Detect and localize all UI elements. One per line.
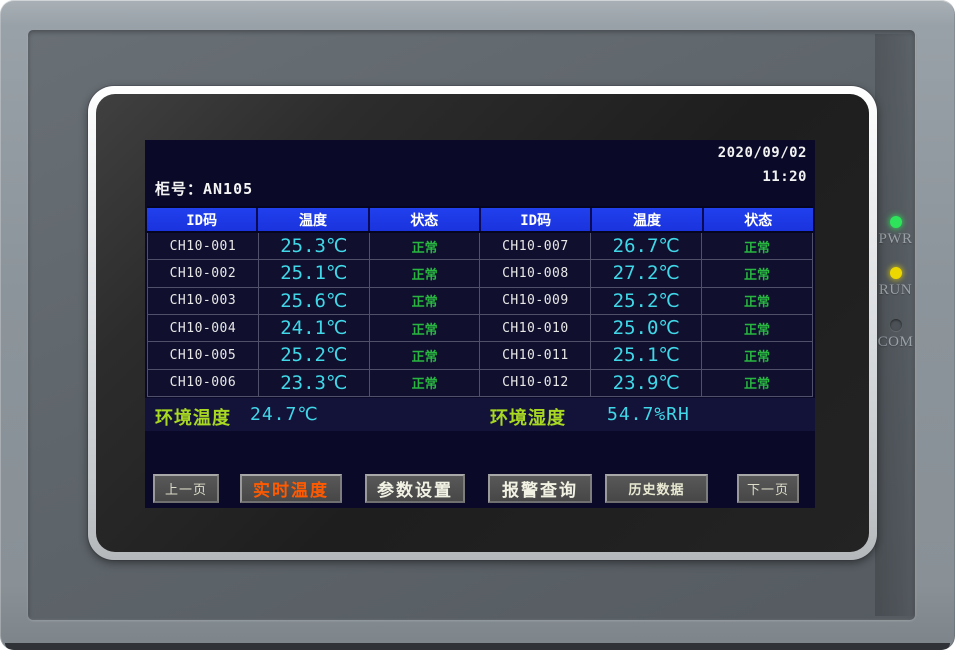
table-cell-temp: 23.3℃ (259, 370, 370, 396)
table-cell-temp: 27.2℃ (591, 260, 702, 286)
table-cell-temp: 25.6℃ (259, 288, 370, 314)
table-cell-id: CH10-004 (148, 315, 259, 341)
table-row: CH10-00525.2℃正常CH10-01125.1℃正常 (148, 342, 812, 369)
table-cell-temp: 25.0℃ (591, 315, 702, 341)
table-cell-status: 正常 (702, 233, 812, 259)
table-cell-status: 正常 (370, 233, 481, 259)
table-cell-temp: 25.1℃ (259, 260, 370, 286)
table-body: CH10-00125.3℃正常CH10-00726.7℃正常CH10-00225… (147, 233, 813, 397)
table-cell-temp: 24.1℃ (259, 315, 370, 341)
screen-frame: 2020/09/02 11:20 柜号：AN105 ID码温度状态ID码温度状态… (88, 86, 877, 560)
table-row: CH10-00623.3℃正常CH10-01223.9℃正常 (148, 370, 812, 396)
env-humidity-label: 环境湿度 (490, 404, 566, 430)
table-cell-status: 正常 (370, 315, 481, 341)
screen-glass: 2020/09/02 11:20 柜号：AN105 ID码温度状态ID码温度状态… (96, 94, 869, 552)
table-cell-id: CH10-008 (480, 260, 591, 286)
env-temp-label: 环境温度 (155, 404, 231, 430)
table-row: CH10-00225.1℃正常CH10-00827.2℃正常 (148, 260, 812, 287)
history-data-button[interactable]: 历史数据 (605, 474, 708, 503)
table-cell-status: 正常 (702, 260, 812, 286)
table-header-cell: 状态 (704, 208, 813, 231)
realtime-temp-button[interactable]: 实时温度 (240, 474, 342, 503)
temperature-table: ID码温度状态ID码温度状态 CH10-00125.3℃正常CH10-00726… (147, 206, 813, 397)
table-cell-temp: 26.7℃ (591, 233, 702, 259)
table-cell-temp: 25.1℃ (591, 342, 702, 368)
table-cell-status: 正常 (370, 260, 481, 286)
table-cell-status: 正常 (370, 288, 481, 314)
table-header-cell: ID码 (147, 208, 258, 231)
com-led-label: COM (878, 334, 914, 351)
table-header-cell: 状态 (370, 208, 481, 231)
table-cell-status: 正常 (702, 342, 812, 368)
cabinet-label: 柜号：AN105 (155, 178, 253, 199)
device-bottom-edge (5, 643, 950, 650)
lcd-display: 2020/09/02 11:20 柜号：AN105 ID码温度状态ID码温度状态… (145, 140, 815, 508)
table-cell-status: 正常 (702, 370, 812, 396)
table-cell-id: CH10-003 (148, 288, 259, 314)
hmi-device: PWRRUNCOM 2020/09/02 11:20 柜号：AN105 ID码温… (0, 0, 955, 650)
table-cell-id: CH10-002 (148, 260, 259, 286)
alarm-query-button[interactable]: 报警查询 (488, 474, 592, 503)
table-cell-id: CH10-012 (480, 370, 591, 396)
com-led (890, 319, 902, 331)
status-led-strip: PWR RUN COM (875, 34, 917, 616)
nav-button-row: 上一页实时温度参数设置报警查询历史数据下一页 (145, 474, 815, 504)
table-header-row: ID码温度状态ID码温度状态 (147, 206, 813, 233)
table-header-cell: ID码 (481, 208, 592, 231)
datetime-display: 2020/09/02 11:20 (718, 143, 807, 187)
table-cell-temp: 25.2℃ (259, 342, 370, 368)
com-led-group: COM (875, 319, 916, 351)
environment-band: 环境温度 24.7℃ 环境湿度 54.7%RH (145, 398, 815, 431)
pwr-led-group: PWR (875, 216, 916, 248)
table-cell-status: 正常 (370, 370, 481, 396)
env-humidity-value: 54.7%RH (607, 404, 690, 425)
pwr-led-label: PWR (878, 231, 912, 248)
prev-page-button[interactable]: 上一页 (153, 474, 219, 503)
date-display: 2020/09/02 (718, 143, 807, 163)
table-cell-temp: 23.9℃ (591, 370, 702, 396)
table-cell-id: CH10-007 (480, 233, 591, 259)
table-cell-temp: 25.3℃ (259, 233, 370, 259)
table-cell-id: CH10-005 (148, 342, 259, 368)
table-cell-temp: 25.2℃ (591, 288, 702, 314)
env-temp-value: 24.7℃ (250, 404, 319, 425)
table-cell-id: CH10-010 (480, 315, 591, 341)
table-header-cell: 温度 (592, 208, 703, 231)
table-row: CH10-00325.6℃正常CH10-00925.2℃正常 (148, 288, 812, 315)
table-cell-id: CH10-009 (480, 288, 591, 314)
table-cell-id: CH10-001 (148, 233, 259, 259)
table-cell-status: 正常 (370, 342, 481, 368)
table-row: CH10-00125.3℃正常CH10-00726.7℃正常 (148, 233, 812, 260)
pwr-led (890, 216, 902, 228)
run-led-group: RUN (875, 267, 916, 299)
table-cell-id: CH10-011 (480, 342, 591, 368)
table-row: CH10-00424.1℃正常CH10-01025.0℃正常 (148, 315, 812, 342)
table-header-cell: 温度 (258, 208, 369, 231)
param-settings-button[interactable]: 参数设置 (365, 474, 465, 503)
run-led-label: RUN (879, 282, 912, 299)
table-cell-status: 正常 (702, 288, 812, 314)
time-display: 11:20 (718, 167, 807, 187)
table-cell-status: 正常 (702, 315, 812, 341)
table-cell-id: CH10-006 (148, 370, 259, 396)
run-led (890, 267, 902, 279)
next-page-button[interactable]: 下一页 (737, 474, 799, 503)
